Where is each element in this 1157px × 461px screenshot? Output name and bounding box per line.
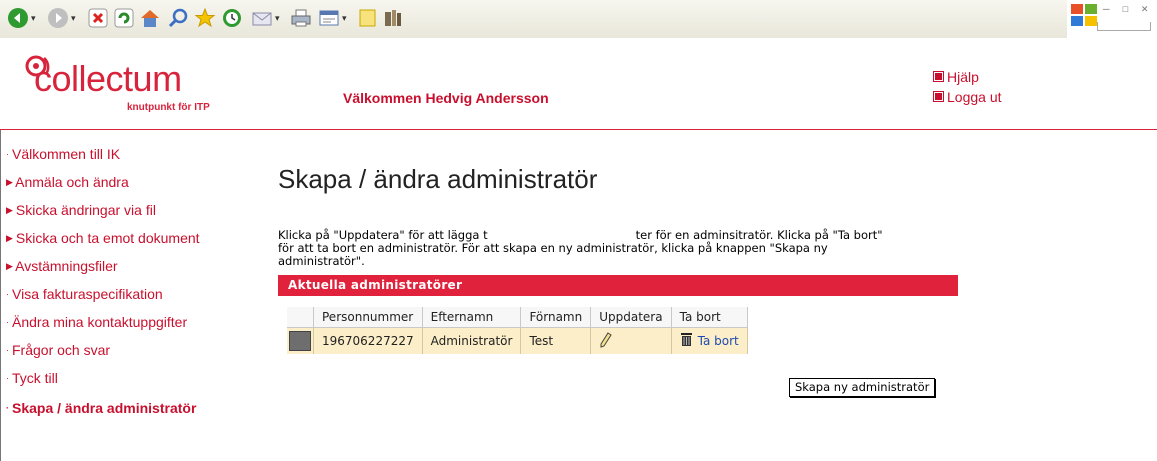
intro-text-part: Klicka på "Uppdatera" för att lägga t bbox=[278, 228, 488, 242]
intro-text-line2: för att ta bort en administratör. För at… bbox=[278, 241, 828, 255]
mail-dropdown-icon[interactable]: ▾ bbox=[275, 14, 280, 24]
logo-tagline: knutpunkt för ITP bbox=[127, 102, 210, 113]
sidebar-item-anmala[interactable]: ▶ Anmäla och ändra bbox=[6, 174, 129, 190]
help-link[interactable]: Hjälp bbox=[933, 69, 979, 85]
sidebar-item-valkommen[interactable]: · Välkommen till IK bbox=[6, 146, 120, 162]
admin-table: Personnummer Efternamn Förnamn Uppdatera… bbox=[287, 307, 748, 354]
search-icon[interactable] bbox=[166, 6, 190, 30]
header-divider bbox=[0, 129, 1157, 130]
stop-icon[interactable] bbox=[86, 6, 110, 30]
edit-dropdown-icon[interactable]: ▾ bbox=[342, 14, 347, 24]
intro-text-line1: Klicka på "Uppdatera" för att lägga t ter… bbox=[278, 229, 883, 241]
sidebar-item-skicka-fil[interactable]: ▶ Skicka ändringar via fil bbox=[6, 202, 156, 218]
intro-text-line3: administratör". bbox=[278, 254, 365, 268]
table-row: 196706227227 Administratör Test Ta bort bbox=[287, 327, 748, 354]
table-header-row: Personnummer Efternamn Förnamn Uppdatera… bbox=[287, 307, 748, 328]
sidebar-item-label: Välkommen till IK bbox=[12, 146, 121, 162]
sidebar-item-label: Visa fakturaspecifikation bbox=[12, 286, 163, 302]
table-header-fornamn: Förnamn bbox=[520, 307, 592, 328]
cell-personnummer: 196706227227 bbox=[313, 327, 423, 354]
welcome-message: Välkommen Hedvig Andersson bbox=[343, 90, 549, 106]
caret-right-icon: ▶ bbox=[6, 233, 13, 243]
history-icon[interactable] bbox=[220, 6, 244, 30]
ta-bort-link[interactable]: Ta bort bbox=[698, 334, 739, 348]
windows-logo-icon bbox=[1069, 2, 1099, 28]
table-header-ta-bort: Ta bort bbox=[671, 307, 748, 328]
browser-toolbar: ▾ ▾ ▾ ▾ – ☐ ✕ bbox=[0, 0, 1157, 39]
collectum-logo[interactable]: collectum knutpunkt för ITP bbox=[22, 52, 222, 124]
logout-link[interactable]: Logga ut bbox=[933, 89, 1002, 105]
row-select-cell[interactable] bbox=[287, 327, 314, 354]
sidebar-item-tyck-till[interactable]: · Tyck till bbox=[6, 370, 58, 386]
table-header-efternamn: Efternamn bbox=[422, 307, 522, 328]
logo-text: collectum bbox=[34, 58, 182, 99]
bullet-icon bbox=[933, 71, 944, 82]
sidebar-item-label: Frågor och svar bbox=[12, 342, 111, 358]
sidebar-item-label: Anmäla och ändra bbox=[15, 174, 129, 190]
window-resize-area bbox=[1097, 22, 1151, 31]
table-header-personnummer: Personnummer bbox=[313, 307, 423, 328]
caret-right-icon: ▶ bbox=[6, 205, 13, 215]
sidebar-item-fakturaspecifikation[interactable]: · Visa fakturaspecifikation bbox=[6, 286, 163, 302]
forward-dropdown-icon[interactable]: ▾ bbox=[71, 14, 76, 24]
row-select-box[interactable] bbox=[289, 331, 311, 351]
cell-ta-bort: Ta bort bbox=[671, 327, 748, 354]
edit-icon[interactable] bbox=[317, 6, 341, 30]
sidebar-item-avstamningsfiler[interactable]: ▶ Avstämningsfiler bbox=[6, 258, 118, 274]
sidebar-item-fragor[interactable]: · Frågor och svar bbox=[6, 342, 110, 358]
cell-uppdatera bbox=[590, 327, 672, 354]
bullet-icon bbox=[933, 91, 944, 102]
intro-text-part: ter för en adminsitratör. Klicka på "Ta … bbox=[635, 228, 883, 242]
research-icon[interactable] bbox=[381, 6, 405, 30]
cell-fornamn: Test bbox=[520, 327, 592, 354]
refresh-icon[interactable] bbox=[112, 6, 136, 30]
page-left-border bbox=[0, 130, 1, 461]
page-title: Skapa / ändra administratör bbox=[278, 164, 598, 194]
help-link-label: Hjälp bbox=[947, 69, 979, 85]
sidebar-item-administrator[interactable]: · Skapa / ändra administratör bbox=[6, 400, 196, 416]
caret-right-icon: ▶ bbox=[6, 177, 13, 187]
forward-icon[interactable] bbox=[46, 6, 70, 30]
caret-right-icon: ▶ bbox=[6, 261, 13, 271]
table-header-select bbox=[287, 307, 314, 328]
pencil-icon[interactable] bbox=[599, 331, 613, 351]
back-dropdown-icon[interactable]: ▾ bbox=[31, 14, 36, 24]
logout-link-label: Logga ut bbox=[947, 89, 1002, 105]
sidebar-item-label: Tyck till bbox=[12, 370, 58, 386]
sidebar-item-kontaktuppgifter[interactable]: · Ändra mina kontaktuppgifter bbox=[6, 314, 187, 330]
trash-icon[interactable] bbox=[680, 332, 693, 350]
sidebar-item-label: Avstämningsfiler bbox=[15, 258, 118, 274]
messenger-icon[interactable] bbox=[356, 6, 380, 30]
sidebar-item-label: Ändra mina kontaktuppgifter bbox=[12, 314, 188, 330]
sidebar-item-dokument[interactable]: ▶ Skicka och ta emot dokument bbox=[6, 230, 200, 246]
sidebar-item-label: Skapa / ändra administratör bbox=[12, 400, 197, 416]
home-icon[interactable] bbox=[138, 6, 162, 30]
sidebar-item-label: Skicka och ta emot dokument bbox=[15, 230, 200, 246]
table-header-uppdatera: Uppdatera bbox=[590, 307, 672, 328]
window-controls: – ☐ ✕ bbox=[1067, 0, 1157, 38]
cell-efternamn: Administratör bbox=[422, 327, 522, 354]
back-icon[interactable] bbox=[6, 6, 30, 30]
window-buttons[interactable]: – ☐ ✕ bbox=[1103, 2, 1151, 15]
section-title: Aktuella administratörer bbox=[288, 278, 463, 292]
mail-icon[interactable] bbox=[250, 6, 274, 30]
print-icon[interactable] bbox=[289, 6, 313, 30]
favorites-icon[interactable] bbox=[193, 6, 217, 30]
create-admin-button[interactable]: Skapa ny administratör bbox=[789, 378, 936, 397]
sidebar-item-label: Skicka ändringar via fil bbox=[15, 202, 156, 218]
